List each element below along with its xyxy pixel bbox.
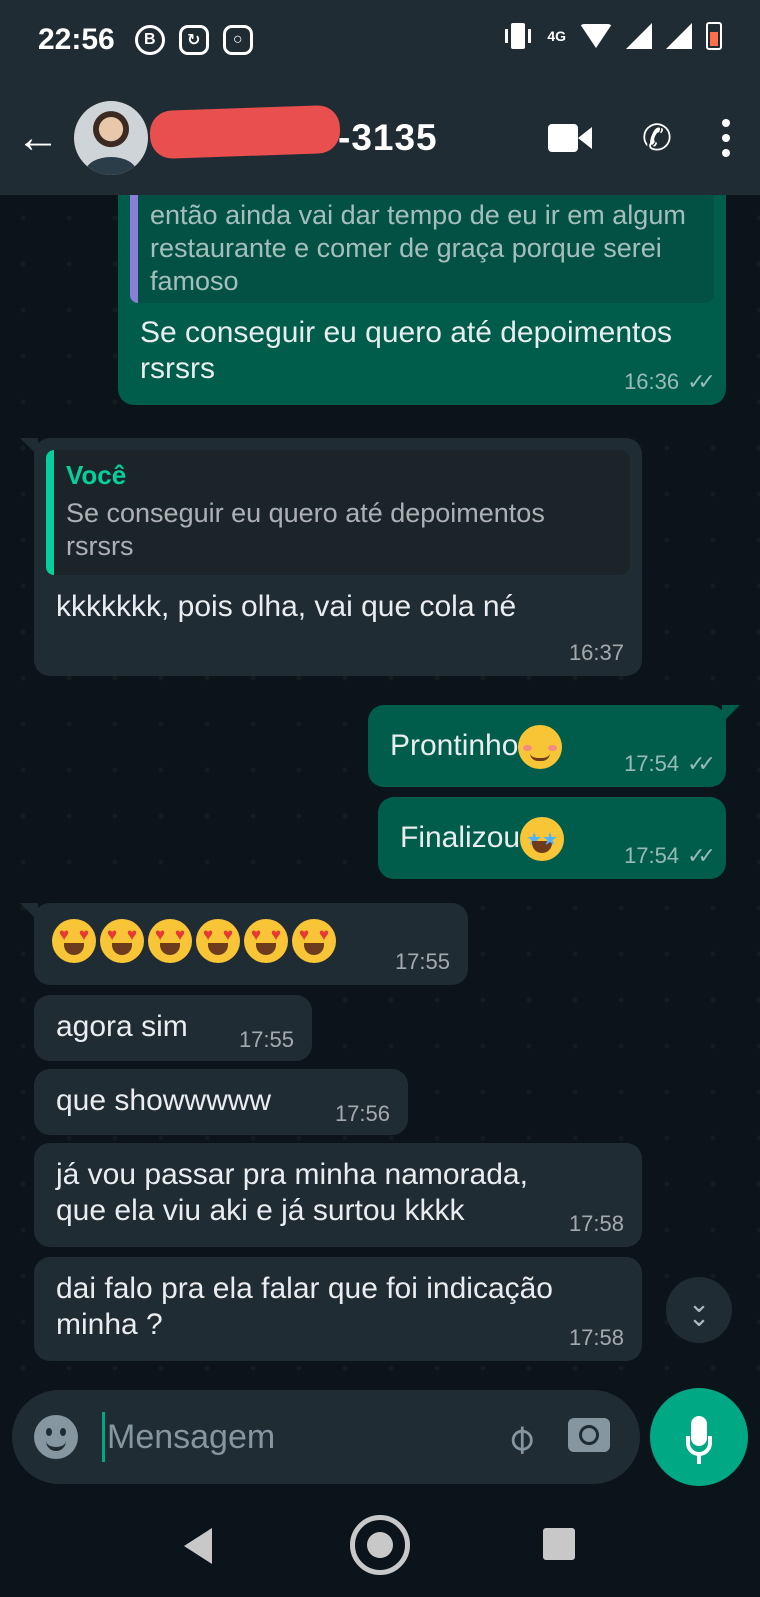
double-check-icon: ✓✓ [687, 751, 716, 776]
quoted-message[interactable]: então ainda vai dar tempo de eu ir em al… [130, 195, 714, 303]
heart-eyes-emoji-icon [196, 919, 240, 963]
message-time: 17:55 [238, 1027, 294, 1052]
text-caret [102, 1412, 105, 1462]
chat-header: ← -3135 ✆ [0, 80, 760, 195]
message-bubble-incoming[interactable]: 17:55 [20, 903, 468, 985]
message-bubble-incoming[interactable]: já vou passar pra minha namorada, que el… [34, 1143, 642, 1247]
message-meta: 17:55 [239, 1027, 294, 1053]
message-meta: 16:37 [569, 640, 624, 666]
nav-back-icon[interactable] [184, 1528, 212, 1564]
quoted-author: Você [66, 460, 127, 490]
message-time: 17:56 [334, 1101, 390, 1126]
nav-recents-icon[interactable] [543, 1528, 575, 1560]
nav-home-icon[interactable] [350, 1515, 410, 1575]
status-bar: 22:56 B ↻ ○ 4G [0, 0, 760, 80]
message-meta: 17:56 [335, 1101, 390, 1127]
double-check-icon: ✓✓ [687, 369, 716, 394]
phone-sync-notification-icon: ↻ [178, 25, 209, 55]
signal-icon-2 [666, 23, 692, 49]
redaction-mark [149, 104, 341, 160]
message-text: Prontinho [390, 728, 519, 762]
heart-eyes-emoji-icon [100, 919, 144, 963]
heart-eyes-emoji-icon [52, 919, 96, 963]
back-arrow-icon[interactable]: ← [16, 113, 60, 163]
message-meta: 17:58 [569, 1325, 624, 1351]
video-call-icon[interactable] [547, 123, 592, 152]
message-meta: 16:36 ✓✓ [624, 369, 716, 395]
quoted-text: Se conseguir eu quero até depoimentos rs… [66, 498, 545, 561]
message-text: já vou passar pra minha namorada, que el… [56, 1158, 528, 1227]
message-time: 17:58 [568, 1325, 624, 1350]
emoji-picker-icon[interactable] [34, 1415, 78, 1459]
message-bubble-incoming[interactable]: agora sim 17:55 [34, 995, 312, 1061]
message-time: 16:37 [568, 640, 624, 665]
heart-eyes-emoji-icon [292, 919, 336, 963]
battery-icon [706, 22, 722, 50]
message-time: 17:58 [568, 1211, 624, 1236]
message-text: dai falo pra ela falar que foi indicação… [56, 1272, 553, 1341]
message-meta: 17:54 ✓✓ [624, 843, 716, 869]
message-bubble-incoming[interactable]: Você Se conseguir eu quero até depoiment… [20, 438, 642, 676]
message-meta: 17:54 ✓✓ [624, 751, 716, 777]
scroll-to-bottom-button[interactable]: ⌄ ⌄ [666, 1277, 732, 1343]
business-notification-icon: B [134, 25, 165, 55]
chevron-down-icon: ⌄ ⌄ [688, 1288, 710, 1332]
heart-eyes-emoji-icon [148, 919, 192, 963]
message-bubble-incoming[interactable]: que showwwww 17:56 [34, 1069, 408, 1135]
smiling-face-emoji-icon [518, 725, 563, 769]
vibrate-icon [503, 22, 533, 50]
more-options-icon[interactable] [722, 118, 730, 157]
attachment-clip-icon[interactable]: ⌀ [495, 1413, 545, 1463]
message-time: 17:54 [624, 843, 680, 868]
message-input-container[interactable]: Mensagem ⌀ [12, 1390, 640, 1484]
message-composer: Mensagem ⌀ [0, 1380, 760, 1490]
heart-eyes-emoji-icon [244, 919, 288, 963]
message-input[interactable]: Mensagem [107, 1418, 275, 1457]
message-bubble-outgoing[interactable]: Finalizou 17:54 ✓✓ [378, 797, 726, 879]
message-bubble-outgoing[interactable]: então ainda vai dar tempo de eu ir em al… [118, 195, 726, 405]
wifi-icon [580, 24, 612, 48]
camera-icon[interactable] [568, 1418, 610, 1452]
double-check-icon: ✓✓ [687, 843, 716, 868]
message-meta: 17:55 [395, 949, 450, 975]
instagram-notification-icon: ○ [222, 25, 253, 55]
signal-icon [626, 23, 652, 49]
message-text: Finalizou [400, 820, 521, 854]
system-navigation-bar [0, 1490, 760, 1597]
status-time: 22:56 [38, 23, 115, 56]
star-struck-emoji-icon [520, 817, 565, 861]
message-time: 17:54 [624, 751, 680, 776]
voice-record-button[interactable] [650, 1388, 748, 1486]
message-bubble-incoming[interactable]: dai falo pra ela falar que foi indicação… [34, 1257, 642, 1361]
quoted-message[interactable]: Você Se conseguir eu quero até depoiment… [46, 450, 630, 575]
emoji-row [52, 903, 446, 963]
message-time: 16:36 [624, 369, 680, 394]
message-text: kkkkkkk, pois olha, vai que cola né [56, 590, 517, 623]
message-bubble-outgoing[interactable]: Prontinho 17:54 ✓✓ [368, 705, 740, 787]
message-time: 17:55 [394, 949, 450, 974]
network-type: 4G [547, 28, 566, 44]
quoted-text: então ainda vai dar tempo de eu ir em al… [150, 200, 686, 296]
contact-name[interactable]: -3135 [338, 117, 438, 159]
message-meta: 17:58 [569, 1211, 624, 1237]
voice-call-icon[interactable]: ✆ [642, 117, 672, 159]
chat-area[interactable]: então ainda vai dar tempo de eu ir em al… [0, 195, 760, 1405]
contact-avatar[interactable] [74, 100, 148, 175]
